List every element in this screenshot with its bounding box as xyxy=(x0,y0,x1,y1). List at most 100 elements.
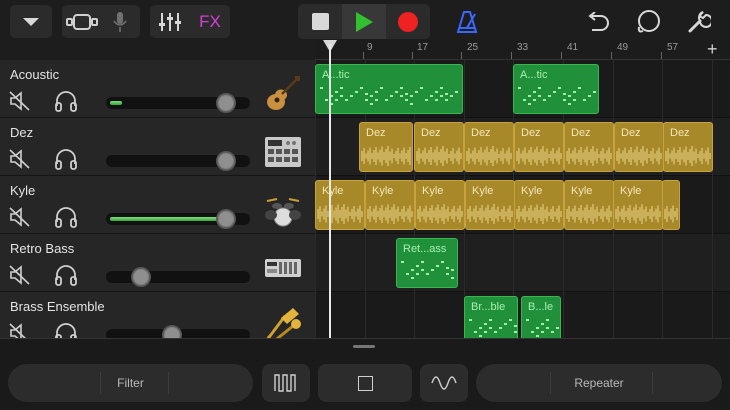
region[interactable]: Kyle xyxy=(564,180,614,230)
solo-button[interactable] xyxy=(54,263,78,287)
level-meter xyxy=(110,101,122,105)
repeater-label: Repeater xyxy=(574,376,624,390)
region-label: Kyle xyxy=(571,185,593,197)
drum-machine-icon[interactable] xyxy=(262,132,304,172)
region[interactable]: Dez xyxy=(414,122,464,172)
mixer-sliders-icon xyxy=(159,12,181,31)
mute-button[interactable] xyxy=(8,147,32,171)
track-header[interactable]: Acoustic xyxy=(0,60,315,118)
region[interactable]: Kyle xyxy=(315,180,365,230)
region[interactable]: Dez xyxy=(564,122,614,172)
pulse-wave-button[interactable] xyxy=(262,364,310,402)
top-toolbar: FX xyxy=(0,0,730,44)
region-label: Dez xyxy=(571,127,591,139)
volume-knob[interactable] xyxy=(216,151,236,171)
track-lane[interactable]: Ret...ass xyxy=(315,234,730,292)
region-label: Kyle xyxy=(521,185,543,197)
region-label: A...tic xyxy=(520,69,548,81)
speaker-muted-icon xyxy=(9,149,30,169)
track-lane[interactable]: A...tic A...tic xyxy=(315,60,730,118)
drum-kit-icon[interactable] xyxy=(262,190,304,230)
tracks-view-button[interactable] xyxy=(63,5,101,38)
volume-knob[interactable] xyxy=(131,267,151,287)
region[interactable]: Dez xyxy=(614,122,664,172)
record-button[interactable] xyxy=(386,4,430,39)
settings-button[interactable] xyxy=(684,7,714,37)
square-icon xyxy=(357,375,373,391)
loop-browser-button[interactable] xyxy=(634,7,664,37)
add-section-button[interactable]: + xyxy=(707,39,718,60)
region-label: Kyle xyxy=(372,185,394,197)
region-label: B...le xyxy=(528,301,554,313)
track-header[interactable]: Retro Bass xyxy=(0,234,315,292)
bar-number: 17 xyxy=(417,42,429,53)
track-lane[interactable]: Dez Dez Dez Dez Dez Dez Dez xyxy=(315,118,730,176)
region[interactable]: Kyle xyxy=(514,180,564,230)
mute-button[interactable] xyxy=(8,89,32,113)
headphones-icon xyxy=(55,91,77,112)
stop-button[interactable] xyxy=(298,4,342,39)
mixer-button[interactable] xyxy=(150,5,190,38)
metronome-button[interactable] xyxy=(452,8,482,36)
region[interactable]: Kyle xyxy=(365,180,415,230)
volume-slider[interactable] xyxy=(106,93,250,113)
play-button[interactable] xyxy=(342,4,386,39)
volume-knob[interactable] xyxy=(216,209,236,229)
microphone-button[interactable] xyxy=(101,5,139,38)
square-wave-button[interactable] xyxy=(318,364,412,402)
loop-icon xyxy=(637,10,660,33)
sine-wave-icon xyxy=(431,376,457,390)
sine-wave-button[interactable] xyxy=(420,364,468,402)
region-label: Kyle xyxy=(322,185,344,197)
headphones-icon xyxy=(55,265,77,286)
volume-slider[interactable] xyxy=(106,209,250,229)
region[interactable] xyxy=(662,180,680,230)
region-label: Dez xyxy=(670,127,690,139)
region[interactable]: Kyle xyxy=(613,180,663,230)
track-lane[interactable]: Kyle Kyle Kyle Kyle Kyle Kyle Kyle xyxy=(315,176,730,234)
region[interactable]: Dez xyxy=(359,122,413,172)
region-label: A...tic xyxy=(322,69,350,81)
mute-button[interactable] xyxy=(8,263,32,287)
drag-handle[interactable] xyxy=(353,345,375,348)
track-header[interactable]: Kyle xyxy=(0,176,315,234)
region[interactable]: A...tic xyxy=(315,64,463,114)
mute-button[interactable] xyxy=(8,205,32,229)
pulse-wave-icon xyxy=(274,374,296,392)
solo-button[interactable] xyxy=(54,205,78,229)
volume-knob[interactable] xyxy=(216,93,236,113)
region-label: Kyle xyxy=(422,185,444,197)
region-label: Kyle xyxy=(472,185,494,197)
undo-button[interactable] xyxy=(584,8,612,36)
filter-label: Filter xyxy=(117,376,144,390)
bar-number: 33 xyxy=(517,42,529,53)
solo-button[interactable] xyxy=(54,147,78,171)
acoustic-guitar-icon[interactable] xyxy=(262,74,304,114)
track-name: Acoustic xyxy=(10,67,60,82)
solo-button[interactable] xyxy=(54,89,78,113)
headphones-icon xyxy=(55,207,77,228)
track-name: Kyle xyxy=(10,183,36,198)
region-label: Dez xyxy=(366,127,386,139)
browser-menu-button[interactable] xyxy=(10,5,52,38)
region[interactable]: A...tic xyxy=(513,64,599,114)
filter-control[interactable]: Filter xyxy=(8,364,253,402)
region[interactable]: Dez xyxy=(464,122,514,172)
region[interactable]: Kyle xyxy=(465,180,515,230)
view-group xyxy=(62,5,140,38)
volume-slider[interactable] xyxy=(106,267,250,287)
track-header[interactable]: Dez xyxy=(0,118,315,176)
repeater-control[interactable]: Repeater xyxy=(476,364,722,402)
region[interactable]: Dez xyxy=(663,122,713,172)
timeline-ruler[interactable]: 9 17 25 33 41 49 57 + xyxy=(315,39,730,60)
stop-icon xyxy=(311,13,329,30)
synth-module-icon[interactable] xyxy=(262,248,304,288)
region[interactable]: Dez xyxy=(514,122,564,172)
region[interactable]: Ret...ass xyxy=(396,238,458,288)
region[interactable]: Kyle xyxy=(415,180,465,230)
region-label: Ret...ass xyxy=(403,243,447,255)
microphone-icon xyxy=(113,11,127,32)
fx-button[interactable]: FX xyxy=(190,5,230,38)
volume-slider[interactable] xyxy=(106,151,250,171)
headphones-icon xyxy=(55,149,77,170)
